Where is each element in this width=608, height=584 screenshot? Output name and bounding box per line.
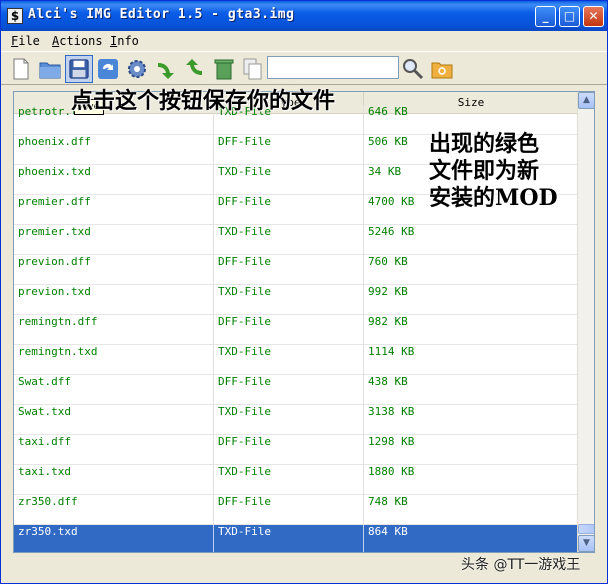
file-size-cell: 1114 KB — [364, 345, 578, 375]
minimize-button[interactable]: _ — [535, 6, 556, 27]
search-icon[interactable] — [401, 57, 425, 81]
file-size-cell: 438 KB — [364, 375, 578, 405]
file-row[interactable]: remingtn.dff DFF-File 982 KB — [14, 315, 578, 345]
file-type-cell: TXD-File — [214, 165, 364, 195]
recycle-bin-icon[interactable] — [212, 57, 236, 81]
file-type-cell: DFF-File — [214, 315, 364, 345]
file-type-cell: TXD-File — [214, 345, 364, 375]
file-row[interactable]: remingtn.txd TXD-File 1114 KB — [14, 345, 578, 375]
file-name-cell: zr350.txd — [14, 525, 214, 552]
file-type-cell: DFF-File — [214, 375, 364, 405]
file-size-cell: 5246 KB — [364, 225, 578, 255]
scroll-down-button[interactable]: ▼ — [578, 535, 594, 552]
file-name-cell: phoenix.dff — [14, 135, 214, 165]
menu-file[interactable]: File — [11, 34, 40, 48]
menu-actions[interactable]: Actions — [52, 34, 103, 48]
file-row[interactable]: taxi.txd TXD-File 1880 KB — [14, 465, 578, 495]
watermark: 头条 @TT一游戏王 — [461, 557, 581, 573]
menu-bar: File Actions Info — [1, 31, 607, 51]
file-name-cell: Swat.dff — [14, 375, 214, 405]
toolbar — [1, 51, 607, 85]
file-type-cell: TXD-File — [214, 285, 364, 315]
maximize-button[interactable]: □ — [559, 6, 580, 27]
copy-pages-icon[interactable] — [241, 57, 265, 81]
file-row[interactable]: taxi.dff DFF-File 1298 KB — [14, 435, 578, 465]
file-row[interactable]: previon.txd TXD-File 992 KB — [14, 285, 578, 315]
file-row[interactable]: Swat.txd TXD-File 3138 KB — [14, 405, 578, 435]
menu-info[interactable]: Info — [110, 34, 139, 48]
file-type-cell: TXD-File — [214, 525, 364, 552]
scroll-up-button[interactable]: ▲ — [578, 92, 594, 109]
file-size-cell: 982 KB — [364, 315, 578, 345]
file-name-cell: remingtn.dff — [14, 315, 214, 345]
file-name-cell: zr350.dff — [14, 495, 214, 525]
file-size-cell: 1298 KB — [364, 435, 578, 465]
find-folder-icon[interactable] — [430, 57, 454, 81]
settings-gear-icon[interactable] — [125, 57, 149, 81]
file-row[interactable]: zr350.txd TXD-File 864 KB — [14, 525, 578, 552]
file-row[interactable]: Swat.dff DFF-File 438 KB — [14, 375, 578, 405]
save-hint-annotation: 点击这个按钮保存你的文件 — [71, 88, 336, 114]
title-bar[interactable]: $ Alci's IMG Editor 1.5 - gta3.img _ □ ✕ — [1, 1, 607, 31]
file-type-cell: TXD-File — [214, 465, 364, 495]
file-size-cell: 864 KB — [364, 525, 578, 552]
file-name-cell: taxi.txd — [14, 465, 214, 495]
file-name-cell: previon.txd — [14, 285, 214, 315]
file-name-cell: Swat.txd — [14, 405, 214, 435]
file-size-cell: 760 KB — [364, 255, 578, 285]
green-file-annotation-line3: 安装的MOD — [429, 185, 558, 211]
file-name-cell: taxi.dff — [14, 435, 214, 465]
file-type-cell: DFF-File — [214, 195, 364, 225]
app-icon[interactable]: $ — [7, 8, 23, 24]
file-row[interactable]: premier.txd TXD-File 5246 KB — [14, 225, 578, 255]
save-button[interactable] — [65, 55, 93, 83]
file-row[interactable]: previon.dff DFF-File 760 KB — [14, 255, 578, 285]
close-button[interactable]: ✕ — [583, 6, 604, 27]
file-name-cell: premier.dff — [14, 195, 214, 225]
scroll-thumb[interactable] — [578, 524, 594, 534]
file-type-cell: DFF-File — [214, 435, 364, 465]
export-arrow-icon[interactable] — [182, 57, 206, 81]
file-type-cell: TXD-File — [214, 405, 364, 435]
file-row[interactable]: zr350.dff DFF-File 748 KB — [14, 495, 578, 525]
window-title: Alci's IMG Editor 1.5 - gta3.img — [28, 7, 295, 22]
file-name-cell: previon.dff — [14, 255, 214, 285]
vertical-scrollbar[interactable]: ▲ ▼ — [577, 92, 594, 552]
refresh-icon[interactable] — [96, 57, 120, 81]
import-arrow-icon[interactable] — [154, 57, 178, 81]
open-folder-icon[interactable] — [38, 57, 62, 81]
file-size-cell: 3138 KB — [364, 405, 578, 435]
file-type-cell: TXD-File — [214, 225, 364, 255]
new-file-icon[interactable] — [9, 57, 33, 81]
app-window: $ Alci's IMG Editor 1.5 - gta3.img _ □ ✕… — [0, 0, 608, 584]
file-size-cell: 748 KB — [364, 495, 578, 525]
file-size-cell: 992 KB — [364, 285, 578, 315]
file-type-cell: DFF-File — [214, 135, 364, 165]
file-type-cell: DFF-File — [214, 495, 364, 525]
file-name-cell: premier.txd — [14, 225, 214, 255]
search-input[interactable] — [267, 56, 399, 79]
file-type-cell: DFF-File — [214, 255, 364, 285]
file-name-cell: remingtn.txd — [14, 345, 214, 375]
save-icon — [69, 59, 89, 79]
file-size-cell: 1880 KB — [364, 465, 578, 495]
file-name-cell: phoenix.txd — [14, 165, 214, 195]
